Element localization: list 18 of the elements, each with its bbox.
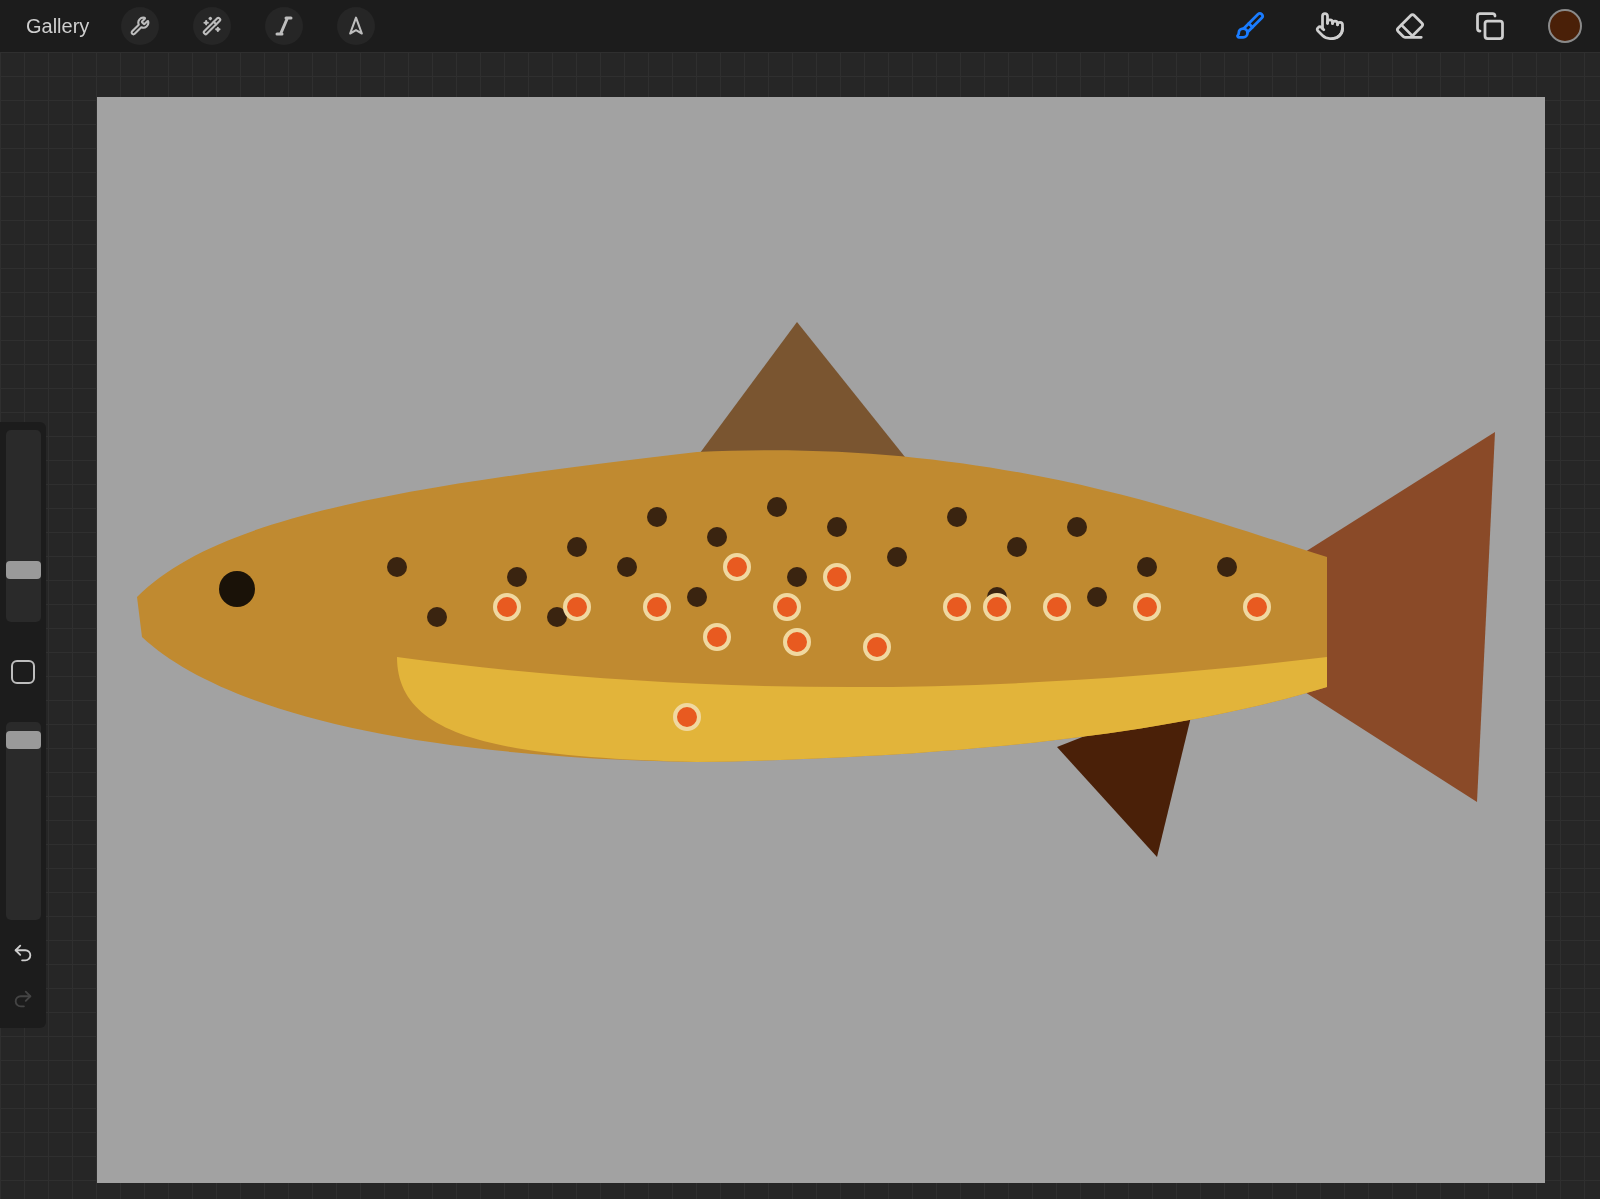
layers-icon <box>1475 11 1505 41</box>
undo-button[interactable] <box>12 942 34 964</box>
slider-thumb[interactable] <box>5 731 41 749</box>
slider-track[interactable] <box>5 430 41 622</box>
wrench-button[interactable] <box>121 7 160 45</box>
brush-icon <box>1235 11 1265 41</box>
eraser-icon <box>1395 11 1425 41</box>
wrench-icon <box>130 16 151 36</box>
slider-thumb[interactable] <box>5 560 41 579</box>
magic-wand-icon <box>202 16 223 36</box>
arrow-button[interactable] <box>337 7 376 45</box>
color-swatch[interactable] <box>1548 9 1582 43</box>
gallery-button[interactable]: Gallery <box>26 14 90 38</box>
finger-icon <box>1315 11 1345 41</box>
drawing-canvas[interactable] <box>97 97 1545 1183</box>
slider-track[interactable] <box>5 722 41 920</box>
magic-wand-button[interactable] <box>193 7 232 45</box>
modify-button[interactable] <box>11 660 35 684</box>
